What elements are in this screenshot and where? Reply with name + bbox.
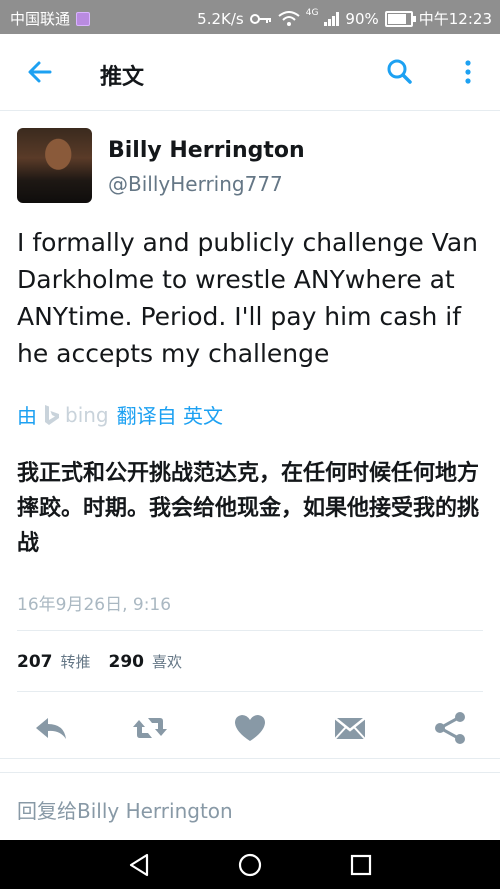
system-nav-bar <box>0 840 500 889</box>
nav-back-icon[interactable] <box>126 852 152 878</box>
signal-icon <box>324 11 340 26</box>
status-left: 中国联通 <box>10 8 91 29</box>
like-icon[interactable] <box>230 708 270 748</box>
translate-prefix: 由 <box>17 404 37 428</box>
like-count[interactable]: 290 <box>109 652 145 672</box>
divider <box>17 691 483 692</box>
retweet-label[interactable]: 转推 <box>61 651 91 672</box>
nav-home-icon[interactable] <box>237 852 263 878</box>
author-handle[interactable]: @BillyHerring777 <box>108 172 283 196</box>
bing-icon <box>45 404 59 425</box>
tweet-actions <box>0 708 500 748</box>
translate-suffix: 翻译自 英文 <box>116 404 223 428</box>
page-title: 推文 <box>100 65 145 90</box>
app-header: 推文 <box>0 34 500 111</box>
translated-text: 我正式和公开挑战范达克，在任何时候任何地方摔跤。时期。我会给他现金，如果他接受我… <box>17 461 480 556</box>
divider <box>17 630 483 631</box>
author-name[interactable]: Billy Herrington <box>108 138 305 163</box>
status-bar: 中国联通 5.2K/s 4G 90% 中午12:23 <box>0 0 500 34</box>
wifi-icon <box>278 10 300 26</box>
divider <box>0 758 500 759</box>
reply-composer[interactable]: 回复给Billy Herrington <box>0 772 500 841</box>
tweet-text: I formally and publicly challenge Van Da… <box>17 228 478 368</box>
nav-recents-icon[interactable] <box>348 852 374 878</box>
carrier-label: 中国联通 <box>10 10 71 28</box>
reply-prefix: 回复给 <box>17 799 77 823</box>
like-label[interactable]: 喜欢 <box>152 651 182 672</box>
reply-icon[interactable] <box>30 708 70 748</box>
back-arrow-icon[interactable] <box>22 54 58 90</box>
reply-placeholder[interactable]: 回复给Billy Herrington <box>17 795 233 824</box>
message-icon[interactable] <box>330 708 370 748</box>
more-vertical-icon[interactable] <box>450 54 486 90</box>
network-type: 4G <box>305 7 319 18</box>
clock: 中午12:23 <box>418 10 492 28</box>
bing-logo: bing <box>43 403 109 427</box>
retweet-icon[interactable] <box>130 708 170 748</box>
reply-target-name: Billy Herrington <box>77 799 233 823</box>
share-icon[interactable] <box>430 708 470 748</box>
search-icon[interactable] <box>382 54 418 90</box>
battery-percent: 90% <box>345 9 379 28</box>
avatar[interactable] <box>17 128 92 203</box>
translation-attribution[interactable]: 由 bing 翻译自 英文 <box>17 400 223 429</box>
retweet-count[interactable]: 207 <box>17 652 53 672</box>
battery-icon <box>384 10 416 27</box>
network-speed: 5.2K/s <box>197 9 244 28</box>
status-right: 5.2K/s 4G 90% 中午12:23 <box>197 8 492 29</box>
bing-label: bing <box>65 402 109 427</box>
tweet-timestamp: 16年9月26日, 9:16 <box>17 595 172 615</box>
tweet-stats: 207 转推 290 喜欢 <box>17 651 200 672</box>
key-icon <box>249 13 271 24</box>
sim-icon <box>76 11 91 26</box>
